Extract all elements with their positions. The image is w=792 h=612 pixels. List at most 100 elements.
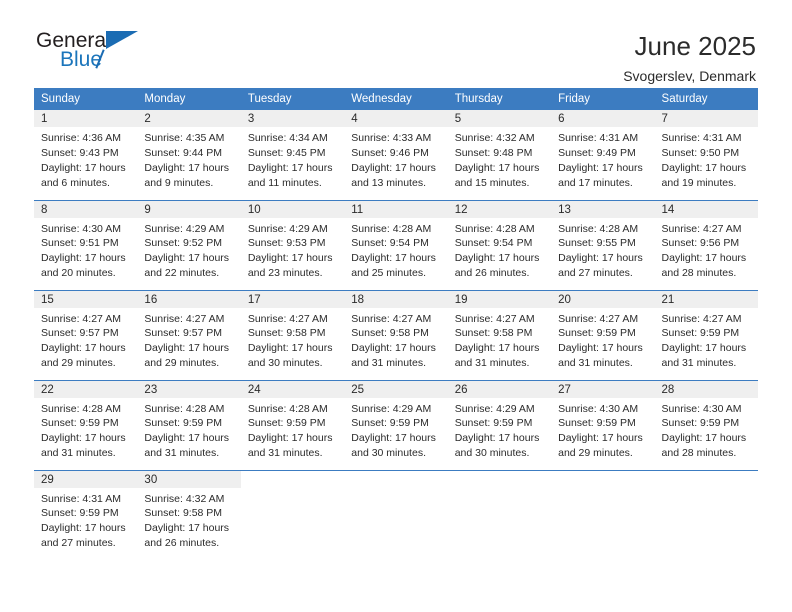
calendar-day-cell[interactable]: 16 Sunrise: 4:27 AM Sunset: 9:57 PM Dayligh…	[137, 289, 241, 380]
daylight-text-line1: Daylight: 17 hours	[41, 161, 126, 174]
daylight-text-line1: Daylight: 17 hours	[558, 342, 643, 355]
sunrise-text: Sunrise: 4:31 AM	[661, 132, 742, 144]
day-info: Sunrise: 4:27 AM Sunset: 9:57 PM Daylight:…	[34, 308, 137, 372]
daylight-text-line1: Daylight: 17 hours	[144, 432, 230, 445]
calendar-day-cell[interactable]: 15 Sunrise: 4:27 AM Sunset: 9:57 PM Dayligh…	[34, 289, 138, 380]
sunrise-text: Sunrise: 4:27 AM	[661, 312, 742, 325]
sunrise-text: Sunrise: 4:30 AM	[558, 402, 639, 415]
calendar-day-cell[interactable]: 4 Sunrise: 4:33 AM Sunset: 9:46 PM Daylight…	[344, 110, 448, 200]
sunset-text: Sunset: 9:52 PM	[144, 237, 223, 250]
sunrise-text: Sunrise: 4:34 AM	[247, 132, 328, 144]
weekday-header-friday: Friday	[551, 88, 655, 110]
sunrise-text: Sunrise: 4:30 AM	[661, 402, 742, 415]
calendar-day-cell[interactable]: 11 Sunrise: 4:28 AM Sunset: 9:54 PM Dayligh…	[344, 199, 448, 290]
daylight-text-line2: and 26 minutes.	[144, 537, 220, 550]
calendar-day-cell[interactable]: 17 Sunrise: 4:27 AM Sunset: 9:58 PM Dayligh…	[240, 289, 345, 380]
day-number: 17	[240, 290, 345, 308]
daylight-text-line1: Daylight: 17 hours	[351, 252, 436, 265]
page-title: June 2025	[634, 31, 756, 61]
day-info	[551, 488, 654, 492]
calendar-day-cell[interactable]: 1 Sunrise: 4:36 AM Sunset: 9:43 PM Daylight…	[34, 110, 138, 200]
title-block: June 2025 Svogerslev, Denmark	[623, 30, 756, 85]
calendar-day-cell[interactable]: 14 Sunrise: 4:27 AM Sunset: 9:56 PM Dayligh…	[654, 199, 758, 290]
calendar-day-cell[interactable]: 8 Sunrise: 4:30 AM Sunset: 9:51 PM Daylight…	[34, 199, 138, 290]
daylight-text-line2: and 22 minutes.	[144, 267, 220, 280]
daylight-text-line1: Daylight: 17 hours	[351, 342, 436, 355]
daylight-text-line1: Daylight: 17 hours	[247, 161, 333, 174]
calendar-day-cell[interactable]: 10 Sunrise: 4:29 AM Sunset: 9:53 PM Dayligh…	[240, 199, 345, 290]
sunrise-text: Sunrise: 4:35 AM	[144, 132, 225, 144]
day-cell-inner: 16 Sunrise: 4:27 AM Sunset: 9:57 PM Dayligh…	[137, 290, 241, 380]
calendar-day-cell[interactable]: 25 Sunrise: 4:29 AM Sunset: 9:59 PM Dayligh…	[344, 379, 448, 470]
day-number: 29	[34, 470, 138, 488]
calendar-empty-cell	[654, 469, 758, 560]
day-info: Sunrise: 4:30 AM Sunset: 9:59 PM Daylight:…	[551, 398, 654, 462]
daylight-text-line2: and 9 minutes.	[144, 176, 214, 189]
calendar-day-cell[interactable]: 18 Sunrise: 4:27 AM Sunset: 9:58 PM Dayligh…	[344, 289, 448, 380]
calendar-week-row: 22 Sunrise: 4:28 AM Sunset: 9:59 PM Dayligh…	[34, 379, 758, 470]
daylight-text-line1: Daylight: 17 hours	[454, 252, 540, 265]
daylight-text-line2: and 15 minutes.	[454, 176, 530, 189]
day-info: Sunrise: 4:27 AM Sunset: 9:59 PM Daylight:…	[551, 308, 654, 372]
calendar-table: Sunday Monday Tuesday Wednesday Thursday Frid…	[34, 88, 758, 560]
calendar-day-cell[interactable]: 9 Sunrise: 4:29 AM Sunset: 9:52 PM Daylight…	[137, 199, 241, 290]
day-info: Sunrise: 4:29 AM Sunset: 9:53 PM Daylight:…	[241, 218, 344, 282]
weekday-header-monday: Monday	[137, 88, 241, 110]
calendar-day-cell[interactable]: 20 Sunrise: 4:27 AM Sunset: 9:59 PM Dayligh…	[551, 289, 655, 380]
sunset-text: Sunset: 9:57 PM	[41, 327, 119, 340]
calendar-day-cell[interactable]: 12 Sunrise: 4:28 AM Sunset: 9:54 PM Dayligh…	[447, 199, 552, 290]
daylight-text-line2: and 29 minutes.	[144, 357, 220, 370]
day-info: Sunrise: 4:31 AM Sunset: 9:49 PM Daylight:…	[551, 127, 654, 191]
day-number: 4	[344, 110, 448, 127]
daylight-text-line1: Daylight: 17 hours	[41, 522, 126, 535]
sunrise-text: Sunrise: 4:32 AM	[454, 132, 535, 144]
sunrise-text: Sunrise: 4:27 AM	[454, 312, 535, 325]
calendar-day-cell[interactable]: 26 Sunrise: 4:29 AM Sunset: 9:59 PM Dayligh…	[447, 379, 552, 470]
day-number: 28	[654, 380, 758, 398]
daylight-text-line2: and 31 minutes.	[454, 357, 530, 370]
calendar-empty-cell	[551, 469, 655, 561]
calendar-day-cell[interactable]: 2 Sunrise: 4:35 AM Sunset: 9:44 PM Daylight…	[137, 110, 241, 200]
day-cell-inner: 11 Sunrise: 4:28 AM Sunset: 9:54 PM Dayligh…	[344, 200, 448, 290]
day-cell-inner: 13 Sunrise: 4:28 AM Sunset: 9:55 PM Dayligh…	[551, 200, 655, 290]
day-info	[241, 488, 344, 492]
day-number	[344, 471, 447, 488]
day-number	[448, 471, 551, 488]
sunset-text: Sunset: 9:59 PM	[454, 417, 533, 430]
calendar-day-cell[interactable]: 7 Sunrise: 4:31 AM Sunset: 9:50 PM Daylight…	[654, 110, 758, 200]
calendar-day-cell[interactable]: 6 Sunrise: 4:31 AM Sunset: 9:49 PM Daylight…	[551, 110, 655, 200]
sunrise-text: Sunrise: 4:28 AM	[41, 402, 121, 415]
daylight-text-line1: Daylight: 17 hours	[144, 342, 230, 355]
sunset-text: Sunset: 9:57 PM	[144, 327, 223, 340]
calendar-empty-cell	[240, 469, 345, 560]
day-cell-inner	[551, 471, 654, 561]
calendar-day-cell[interactable]: 13 Sunrise: 4:28 AM Sunset: 9:55 PM Dayligh…	[551, 199, 655, 290]
calendar-day-cell[interactable]: 28 Sunrise: 4:30 AM Sunset: 9:59 PM Dayligh…	[654, 379, 758, 470]
calendar-day-cell[interactable]: 29 Sunrise: 4:31 AM Sunset: 9:59 PM Dayligh…	[34, 469, 138, 560]
day-cell-inner: 27 Sunrise: 4:30 AM Sunset: 9:59 PM Dayligh…	[551, 380, 655, 470]
calendar-day-cell[interactable]: 30 Sunrise: 4:32 AM Sunset: 9:58 PM Dayligh…	[137, 469, 241, 560]
calendar-day-cell[interactable]: 19 Sunrise: 4:27 AM Sunset: 9:58 PM Dayligh…	[447, 289, 552, 380]
sunset-text: Sunset: 9:55 PM	[558, 237, 636, 250]
calendar-day-cell[interactable]: 24 Sunrise: 4:28 AM Sunset: 9:59 PM Dayligh…	[240, 379, 345, 470]
day-number: 30	[137, 470, 241, 488]
sunrise-text: Sunrise: 4:27 AM	[247, 312, 328, 325]
sunset-text: Sunset: 9:56 PM	[661, 237, 740, 250]
daylight-text-line2: and 26 minutes.	[454, 267, 530, 280]
logo-triangle-icon	[106, 31, 138, 49]
day-info: Sunrise: 4:27 AM Sunset: 9:58 PM Daylight:…	[448, 308, 551, 372]
day-info: Sunrise: 4:28 AM Sunset: 9:54 PM Daylight:…	[448, 218, 551, 282]
day-info	[344, 488, 447, 492]
weekday-header-sunday: Sunday	[34, 88, 138, 110]
calendar-day-cell[interactable]: 5 Sunrise: 4:32 AM Sunset: 9:48 PM Daylight…	[447, 110, 552, 200]
sunset-text: Sunset: 9:59 PM	[41, 507, 119, 520]
calendar-day-cell[interactable]: 22 Sunrise: 4:28 AM Sunset: 9:59 PM Dayligh…	[34, 379, 138, 470]
day-info: Sunrise: 4:29 AM Sunset: 9:59 PM Daylight:…	[344, 398, 447, 462]
calendar-day-cell[interactable]: 21 Sunrise: 4:27 AM Sunset: 9:59 PM Dayligh…	[654, 289, 758, 380]
daylight-text-line2: and 28 minutes.	[661, 447, 737, 460]
calendar-day-cell[interactable]: 23 Sunrise: 4:28 AM Sunset: 9:59 PM Dayligh…	[137, 379, 241, 470]
calendar-day-cell[interactable]: 3 Sunrise: 4:34 AM Sunset: 9:45 PM Daylight…	[240, 110, 345, 200]
day-number: 18	[344, 290, 448, 308]
calendar-day-cell[interactable]: 27 Sunrise: 4:30 AM Sunset: 9:59 PM Dayligh…	[551, 379, 655, 470]
day-number: 16	[137, 290, 241, 308]
